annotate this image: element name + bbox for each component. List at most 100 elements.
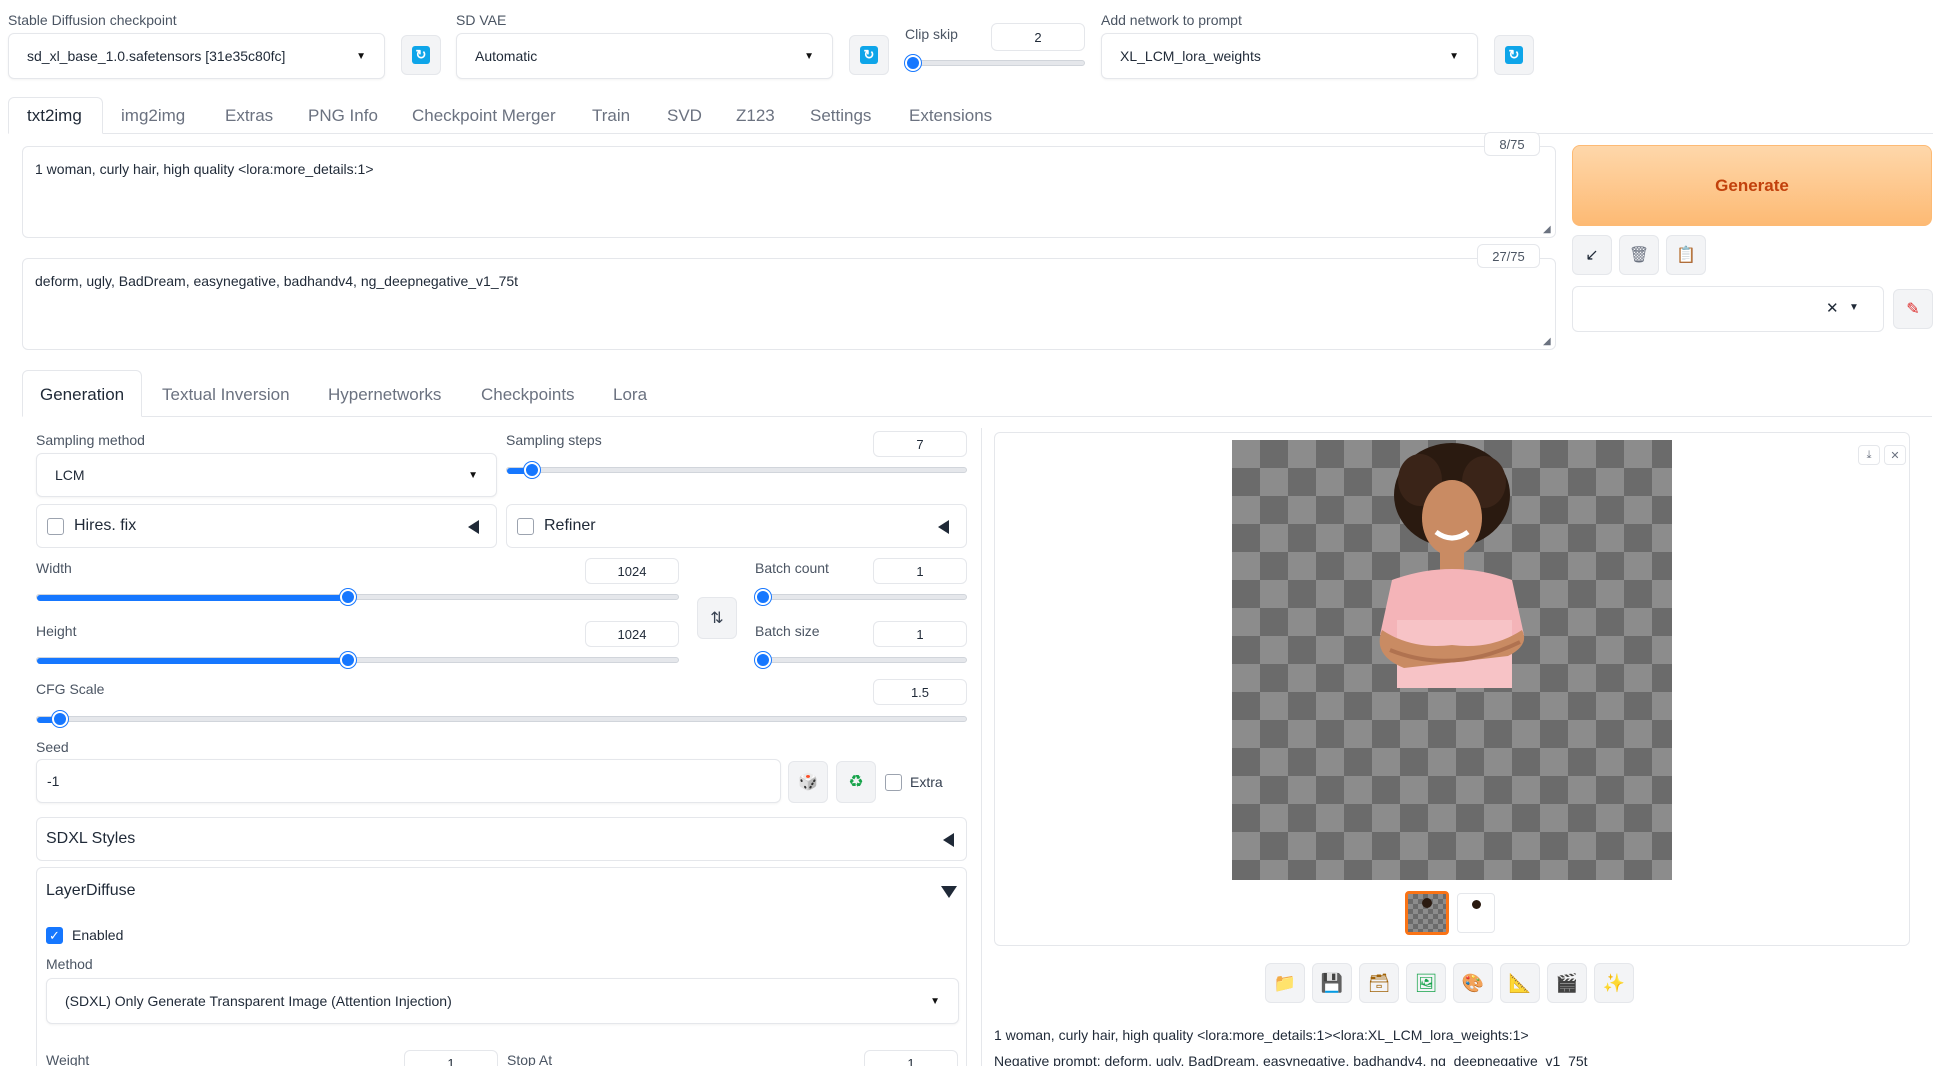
resize-handle-icon[interactable]: ◢ xyxy=(1543,224,1551,235)
swap-dimensions-button[interactable]: ⇅ xyxy=(697,597,737,639)
tab-extras[interactable]: Extras xyxy=(225,106,273,126)
recycle-icon: ♻ xyxy=(848,772,864,791)
tab-img2img[interactable]: img2img xyxy=(121,106,185,126)
height-slider[interactable] xyxy=(36,657,679,664)
layerdiffuse-weight-input[interactable]: 1 xyxy=(404,1050,498,1066)
layerdiffuse-method-dropdown[interactable]: (SDXL) Only Generate Transparent Image (… xyxy=(46,978,959,1024)
sparkle-button[interactable]: ✨ xyxy=(1594,963,1634,1003)
refresh-icon: ↻ xyxy=(412,46,430,64)
batch-size-input[interactable]: 1 xyxy=(873,621,967,647)
generated-image[interactable] xyxy=(1232,440,1672,880)
layerdiffuse-stop-at-input[interactable]: 1 xyxy=(864,1050,958,1066)
tab-generation[interactable]: Generation xyxy=(40,385,124,405)
thumbnail-1[interactable] xyxy=(1405,891,1449,935)
generation-info-prompt: 1 woman, curly hair, high quality <lora:… xyxy=(994,1027,1529,1043)
edit-styles-button[interactable]: ✎ xyxy=(1893,289,1933,329)
layerdiffuse-enabled-checkbox[interactable]: ✓ xyxy=(46,927,63,944)
tab-extensions[interactable]: Extensions xyxy=(909,106,992,126)
width-knob[interactable] xyxy=(340,589,356,605)
clip-skip-label: Clip skip xyxy=(905,26,958,42)
clear-prompt-button[interactable]: 🗑 xyxy=(1619,235,1659,275)
vae-dropdown[interactable]: Automatic ▼ xyxy=(456,33,833,79)
checkpoint-refresh-button[interactable]: ↻ xyxy=(401,35,441,75)
batch-size-knob[interactable] xyxy=(755,652,771,668)
video-button[interactable]: 🎬 xyxy=(1547,963,1587,1003)
generate-button[interactable]: Generate xyxy=(1572,145,1932,226)
vae-refresh-button[interactable]: ↻ xyxy=(849,35,889,75)
layerdiffuse-weight-label: Weight xyxy=(46,1052,90,1066)
zip-button[interactable]: 🗃 xyxy=(1359,963,1399,1003)
clear-icon[interactable]: ✕ xyxy=(1826,299,1839,317)
expand-arrow-icon[interactable] xyxy=(941,886,957,898)
chevron-down-icon: ▼ xyxy=(804,50,814,62)
layerdiffuse-title[interactable]: LayerDiffuse xyxy=(46,882,136,900)
batch-size-slider[interactable] xyxy=(755,657,967,663)
send-to-inpaint-button[interactable]: 🎨 xyxy=(1453,963,1493,1003)
sampling-steps-knob[interactable] xyxy=(524,462,540,478)
width-input[interactable]: 1024 xyxy=(585,558,679,584)
tab-lora[interactable]: Lora xyxy=(613,385,647,405)
tab-z123[interactable]: Z123 xyxy=(736,106,775,126)
sampling-method-dropdown[interactable]: LCM ▼ xyxy=(36,453,497,497)
cfg-scale-input[interactable]: 1.5 xyxy=(873,679,967,705)
video-icon: 🎬 xyxy=(1555,972,1579,993)
network-refresh-button[interactable]: ↻ xyxy=(1494,35,1534,75)
extra-seed-checkbox[interactable] xyxy=(885,774,902,791)
clip-skip-input[interactable]: 2 xyxy=(991,23,1085,51)
negative-prompt-token-counter: 27/75 xyxy=(1477,244,1540,268)
prompt-token-counter: 8/75 xyxy=(1484,132,1540,156)
zip-icon: 🗃 xyxy=(1367,972,1391,993)
tab-png-info[interactable]: PNG Info xyxy=(308,106,378,126)
clip-skip-knob[interactable] xyxy=(905,55,921,71)
styles-dropdown[interactable]: ✕ ▼ xyxy=(1572,286,1884,332)
batch-count-input[interactable]: 1 xyxy=(873,558,967,584)
height-knob[interactable] xyxy=(340,652,356,668)
paste-style-button[interactable]: 📋 xyxy=(1666,235,1706,275)
negative-prompt-textarea[interactable]: deform, ugly, BadDream, easynegative, ba… xyxy=(22,258,1556,350)
tab-train[interactable]: Train xyxy=(592,106,630,126)
batch-size-label: Batch size xyxy=(755,623,820,639)
height-input[interactable]: 1024 xyxy=(585,621,679,647)
tab-checkpoints[interactable]: Checkpoints xyxy=(481,385,575,405)
batch-count-slider[interactable] xyxy=(755,594,967,600)
main-tabs-divider xyxy=(103,133,1933,134)
send-to-extras-button[interactable]: 📐 xyxy=(1500,963,1540,1003)
hires-fix-checkbox[interactable] xyxy=(47,518,64,535)
batch-count-knob[interactable] xyxy=(755,589,771,605)
network-dropdown[interactable]: XL_LCM_lora_weights ▼ xyxy=(1101,33,1478,79)
tab-svd[interactable]: SVD xyxy=(667,106,702,126)
seed-input[interactable]: -1 xyxy=(36,759,781,803)
thumbnail-2[interactable] xyxy=(1457,893,1495,933)
sampling-steps-slider[interactable] xyxy=(506,467,967,474)
tab-textual-inversion[interactable]: Textual Inversion xyxy=(162,385,290,405)
width-fill xyxy=(37,595,345,601)
checkpoint-dropdown[interactable]: sd_xl_base_1.0.safetensors [31e35c80fc] … xyxy=(8,33,385,79)
refiner-accordion[interactable]: Refiner xyxy=(506,504,967,548)
download-icon[interactable]: ⤓ xyxy=(1858,445,1880,465)
open-folder-button[interactable]: 📁 xyxy=(1265,963,1305,1003)
cfg-scale-knob[interactable] xyxy=(52,711,68,727)
tab-txt2img[interactable]: txt2img xyxy=(27,106,82,126)
hires-fix-accordion[interactable]: Hires. fix xyxy=(36,504,497,548)
save-button[interactable]: 💾 xyxy=(1312,963,1352,1003)
layerdiffuse-stop-at-label: Stop At xyxy=(507,1052,553,1066)
send-to-img2img-button[interactable]: 🖼 xyxy=(1406,963,1446,1003)
resize-handle-icon[interactable]: ◢ xyxy=(1543,336,1551,347)
sdxl-styles-accordion[interactable]: SDXL Styles xyxy=(36,817,967,861)
close-icon[interactable]: ✕ xyxy=(1884,445,1906,465)
collapse-arrow-icon xyxy=(938,520,949,534)
reuse-seed-button[interactable]: ♻ xyxy=(836,761,876,803)
tab-hypernetworks[interactable]: Hypernetworks xyxy=(328,385,441,405)
trash-icon: 🗑 xyxy=(1628,247,1650,264)
prompt-textarea[interactable]: 1 woman, curly hair, high quality <lora:… xyxy=(22,146,1556,238)
clip-skip-slider[interactable] xyxy=(905,60,1085,67)
sampling-steps-input[interactable]: 7 xyxy=(873,431,967,457)
refiner-checkbox[interactable] xyxy=(517,518,534,535)
tab-settings[interactable]: Settings xyxy=(810,106,871,126)
width-slider[interactable] xyxy=(36,594,679,601)
cfg-scale-slider[interactable] xyxy=(36,716,967,723)
random-seed-button[interactable]: 🎲 xyxy=(788,761,828,803)
refresh-icon: ↻ xyxy=(1505,46,1523,64)
tab-checkpoint-merger[interactable]: Checkpoint Merger xyxy=(412,106,556,126)
read-params-button[interactable]: ↙ xyxy=(1572,235,1612,275)
